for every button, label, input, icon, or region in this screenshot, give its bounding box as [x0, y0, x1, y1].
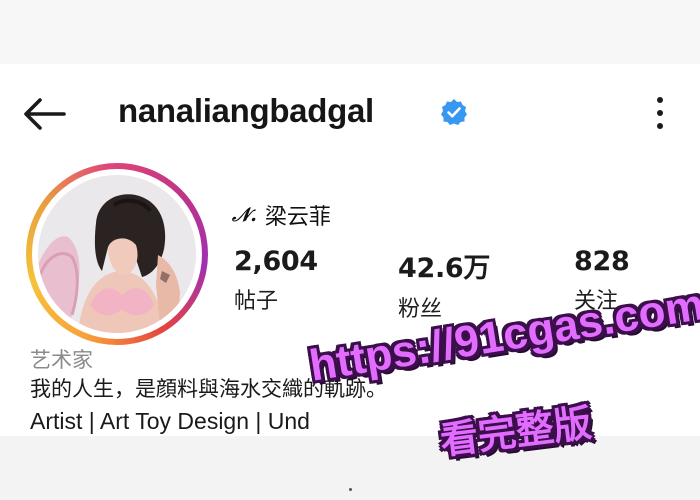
story-ring[interactable]: [26, 163, 208, 345]
stat-followers-value: 42.6万: [398, 253, 491, 284]
bottom-dot: [349, 488, 352, 491]
profile-photo: [38, 175, 196, 333]
stat-posts[interactable]: 2,604 帖子: [234, 246, 318, 315]
avatar[interactable]: [38, 175, 196, 333]
username-title: nanaliangbadgal: [118, 92, 374, 129]
stat-posts-value: 2,604: [234, 246, 318, 277]
profile-category: 艺术家: [30, 348, 93, 372]
back-button[interactable]: [22, 94, 68, 134]
more-options-button[interactable]: [650, 96, 670, 130]
top-background: [0, 0, 700, 64]
full-name-row: 𝒩. 梁云菲: [232, 198, 331, 232]
stat-posts-label: 帖子: [234, 289, 279, 314]
full-name: 梁云菲: [264, 205, 331, 230]
stat-followers[interactable]: 42.6万 粉丝: [398, 246, 490, 323]
bio-line-2: Artist | Art Toy Design | Und: [30, 408, 310, 434]
arrow-left-icon: [24, 98, 66, 130]
verified-badge-icon: [441, 99, 467, 125]
more-vertical-icon: [657, 97, 663, 129]
stat-following-value: 828: [574, 246, 630, 277]
name-monogram: 𝒩.: [232, 204, 257, 226]
